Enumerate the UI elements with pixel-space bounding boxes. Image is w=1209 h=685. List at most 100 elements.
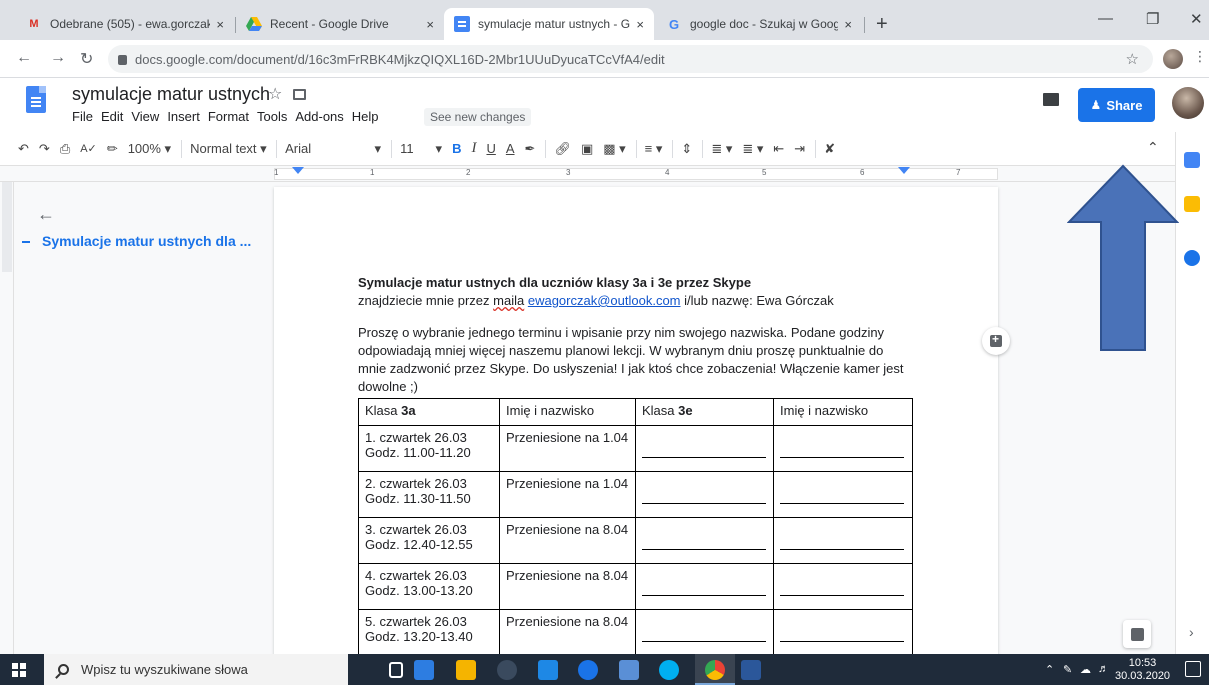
menu-edit[interactable]: Edit — [101, 109, 123, 124]
menu-insert[interactable]: Insert — [167, 109, 200, 124]
menu-format[interactable]: Format — [208, 109, 249, 124]
chrome-icon[interactable] — [705, 660, 725, 680]
blank-cell[interactable] — [773, 471, 913, 518]
line-spacing-icon[interactable]: ⇕ — [681, 141, 692, 157]
bookmark-star-icon[interactable]: ☆ — [1126, 50, 1139, 68]
status-cell[interactable]: Przeniesione na 1.04 — [499, 425, 636, 472]
header-cell[interactable]: Imię i nazwisko — [499, 398, 636, 426]
menu-addons[interactable]: Add-ons — [295, 109, 343, 124]
tasks-icon[interactable] — [1184, 250, 1200, 266]
mail-icon[interactable] — [538, 660, 558, 680]
volume-icon[interactable]: ♬ — [1098, 663, 1109, 675]
status-cell[interactable]: Przeniesione na 8.04 — [499, 563, 636, 610]
highlight-icon[interactable]: ✒ — [525, 141, 536, 157]
windows-start-icon[interactable] — [12, 663, 26, 677]
outline-heading[interactable]: Symulacje matur ustnych dla ... — [42, 233, 251, 249]
status-cell[interactable]: Przeniesione na 8.04 — [499, 609, 636, 656]
bold-button[interactable]: B — [452, 141, 461, 156]
close-icon[interactable]: × — [636, 17, 644, 32]
termin-cell[interactable]: 5. czwartek 26.03 Godz. 13.20-13.40 — [358, 609, 500, 656]
star-icon[interactable]: ☆ — [268, 86, 282, 103]
minimize-icon[interactable]: — — [1098, 10, 1113, 27]
header-cell[interactable]: Klasa 3e — [635, 398, 774, 426]
restore-icon[interactable]: ❐ — [1146, 10, 1159, 28]
file-explorer-icon[interactable] — [414, 660, 434, 680]
menu-tools[interactable]: Tools — [257, 109, 287, 124]
termin-cell[interactable]: 1. czwartek 26.03 Godz. 11.00-11.20 — [358, 425, 500, 472]
italic-button[interactable]: I — [471, 140, 476, 157]
font-select[interactable]: Arial ▾ — [285, 141, 381, 157]
increase-indent-icon[interactable]: ⇥ — [794, 141, 805, 157]
close-outline-icon[interactable]: ← — [37, 204, 55, 225]
tab-gmail[interactable]: M Odebrane (505) - ewa.gorczak@ × — [16, 8, 234, 40]
print-icon[interactable]: ⎙ — [60, 141, 70, 157]
store-icon[interactable] — [456, 660, 476, 680]
text-color-button[interactable]: A — [506, 141, 515, 156]
status-cell[interactable]: Przeniesione na 8.04 — [499, 517, 636, 564]
word-icon[interactable] — [741, 660, 761, 680]
menu-view[interactable]: View — [131, 109, 159, 124]
tab-google-search[interactable]: G google doc - Szukaj w Google × — [656, 8, 862, 40]
blank-cell[interactable] — [773, 563, 913, 610]
insert-comment-icon[interactable]: ▣ — [581, 141, 593, 157]
zoom-select[interactable]: 100% ▾ — [128, 141, 171, 157]
forward-icon[interactable]: → — [50, 49, 66, 67]
spellcheck-icon[interactable]: A✓ — [80, 142, 97, 155]
close-icon[interactable]: × — [844, 17, 852, 32]
email-link[interactable]: ewagorczak@outlook.com — [528, 293, 681, 308]
taskbar-search[interactable]: Wpisz tu wyszukiwane słowa — [44, 654, 348, 685]
tab-symulacje[interactable]: symulacje matur ustnych - Googl × — [444, 8, 654, 40]
user-avatar[interactable] — [1172, 87, 1204, 119]
link-icon[interactable]: 🔗︎ — [554, 141, 571, 157]
pen-icon[interactable]: ✎ — [1063, 663, 1072, 676]
header-cell[interactable]: Imię i nazwisko — [773, 398, 913, 426]
task-view-icon[interactable] — [389, 662, 403, 678]
undo-icon[interactable]: ↶ — [18, 141, 29, 157]
keep-icon[interactable] — [1184, 196, 1200, 212]
blank-cell[interactable] — [635, 517, 774, 564]
notifications-icon[interactable] — [1185, 661, 1201, 677]
tab-google-drive[interactable]: Recent - Google Drive × — [236, 8, 444, 40]
blank-cell[interactable] — [635, 609, 774, 656]
blank-cell[interactable] — [773, 609, 913, 656]
app-icon[interactable] — [619, 660, 639, 680]
termin-cell[interactable]: 3. czwartek 26.03 Godz. 12.40-12.55 — [358, 517, 500, 564]
font-size-select[interactable]: 11 ▾ — [400, 141, 442, 157]
numbered-list-icon[interactable]: ≣ ▾ — [711, 141, 732, 157]
url-bar[interactable]: docs.google.com/document/d/16c3mFrRBK4Mj… — [108, 45, 1153, 73]
chrome-menu-icon[interactable]: ⋮ — [1193, 48, 1207, 65]
back-icon[interactable]: ← — [16, 49, 32, 67]
calendar-icon[interactable] — [1184, 152, 1200, 168]
explore-button[interactable] — [1123, 620, 1151, 648]
paint-format-icon[interactable]: ✏ — [107, 141, 118, 157]
move-to-folder-icon[interactable] — [292, 89, 306, 100]
align-icon[interactable]: ≡ ▾ — [645, 141, 663, 157]
right-indent-marker[interactable] — [898, 167, 910, 174]
new-tab-button[interactable]: + — [876, 13, 888, 36]
docs-home-icon[interactable] — [26, 86, 46, 113]
blank-cell[interactable] — [635, 563, 774, 610]
decrease-indent-icon[interactable]: ⇤ — [773, 141, 784, 157]
left-indent-marker[interactable] — [292, 167, 304, 174]
collapse-toolbar-icon[interactable]: ⌃ — [1147, 139, 1159, 156]
menu-file[interactable]: File — [72, 109, 93, 124]
bulleted-list-icon[interactable]: ≣ ▾ — [742, 141, 763, 157]
window-close-icon[interactable]: ✕ — [1190, 10, 1203, 28]
document-title[interactable]: symulacje matur ustnych — [72, 84, 270, 105]
menu-help[interactable]: Help — [352, 109, 379, 124]
app-icon[interactable] — [497, 660, 517, 680]
onedrive-icon[interactable]: ☁ — [1080, 663, 1091, 676]
share-button[interactable]: ♟ Share — [1078, 88, 1155, 122]
tray-chevron-icon[interactable]: ⌃ — [1045, 663, 1054, 676]
style-select[interactable]: Normal text ▾ — [190, 141, 267, 157]
blank-cell[interactable] — [773, 425, 913, 472]
blank-cell[interactable] — [635, 425, 774, 472]
reload-icon[interactable]: ↻ — [80, 49, 93, 69]
redo-icon[interactable]: ↷ — [39, 141, 50, 157]
skype-icon[interactable] — [659, 660, 679, 680]
blank-cell[interactable] — [635, 471, 774, 518]
underline-button[interactable]: U — [486, 141, 495, 156]
edge-icon[interactable] — [578, 660, 598, 680]
document-body[interactable]: Symulacje matur ustnych dla uczniów klas… — [358, 274, 918, 396]
chrome-profile-avatar[interactable] — [1163, 49, 1183, 69]
